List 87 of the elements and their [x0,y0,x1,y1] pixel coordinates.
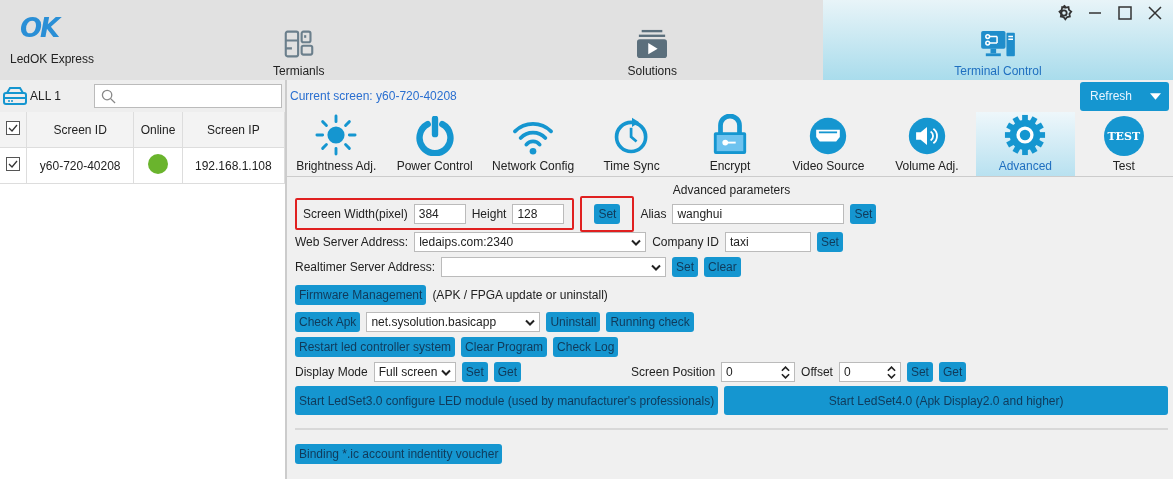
field-label: Realtimer Server Address: [295,260,436,274]
row-checkbox[interactable] [6,157,20,171]
field-label: Company ID [652,235,719,249]
dropdown-field[interactable]: ledaips.com:2340 [414,232,647,252]
settings-icon[interactable] [1055,4,1073,22]
table-cell: 192.168.1.108 [182,147,285,184]
search-field[interactable] [94,84,282,108]
select-all-checkbox[interactable] [6,121,20,135]
dropdown-field[interactable]: Full screen [373,362,456,382]
tool-tab[interactable]: Advanced [976,112,1075,176]
launch-button[interactable]: Start LedSet4.0 (Apk Display2.0 and higher) [724,386,1168,415]
input-field[interactable]: taxi [724,232,811,252]
action-button[interactable]: Set [461,362,488,382]
input-field[interactable]: wanghui [672,204,845,224]
nav-tab[interactable]: Solutions [481,0,823,80]
action-button[interactable]: Uninstall [546,312,601,332]
app-name: LedOK Express [10,52,95,66]
caret-icon [1150,92,1161,100]
number-field[interactable]: 0 [721,362,796,382]
action-button[interactable]: Get [938,362,967,382]
field-label: Screen Position [631,365,716,379]
column-header: Screen IP [182,112,285,148]
nav-tab[interactable]: Termianls [140,0,482,80]
action-button[interactable]: Set [594,204,621,224]
action-button[interactable]: Binding *.ic account indentity voucher [295,444,503,464]
chevron-down-icon [651,263,662,271]
action-button[interactable]: Get [493,362,522,382]
field-label: Alias [640,207,667,221]
action-button[interactable]: Clear [704,257,741,277]
field-label: Display Mode [295,365,368,379]
field-label: Offset [801,365,833,379]
action-button[interactable]: Set [850,204,877,224]
dropdown-field[interactable]: net.sysolution.basicapp [366,312,541,332]
field-label: (APK / FPGA update or uninstall) [432,287,608,302]
tool-tab[interactable]: Volume Adj. [877,112,977,176]
gear-icon [1004,114,1047,156]
action-button[interactable]: Set [672,257,699,277]
play-stack-icon [636,29,669,59]
column-header: Screen ID [26,112,134,148]
current-screen-label: Current screen: y60-720-40208 [290,89,457,103]
chevron-down-icon [631,238,642,246]
test-badge: TEST [1103,116,1144,156]
device-count: ALL 1 [2,85,86,107]
app-logo: OK [20,14,59,42]
tool-tab[interactable]: Encrypt [680,112,780,176]
search-icon [101,88,116,104]
action-button[interactable]: Set [906,362,933,382]
tool-tab[interactable]: Power Control [385,112,484,176]
action-button[interactable]: Firmware Management [295,284,427,305]
chevron-down-icon [525,318,536,326]
sun-icon [315,114,358,156]
spinner-arrows-icon [886,365,896,379]
spinner-arrows-icon [781,365,791,379]
action-button[interactable]: Check Apk [295,312,361,332]
padlock-icon [711,114,749,156]
close-icon[interactable] [1147,5,1163,21]
field-label: Height [471,207,507,221]
action-button[interactable]: Restart led controller system [295,337,456,357]
action-button[interactable]: Check Log [553,337,619,357]
number-field[interactable]: 0 [838,362,901,382]
table-cell: y60-720-40208 [26,147,134,184]
speaker-icon [906,116,947,156]
tool-tab[interactable]: Network Config [483,112,583,176]
launch-button[interactable]: Start LedSet3.0 configure LED module (used by manufacturer's professionals) [295,386,719,415]
maximize-icon[interactable] [1117,5,1133,21]
nav-tab[interactable]: Terminal Control [823,0,1173,80]
power-icon [414,116,455,156]
action-button[interactable]: Set [816,232,843,252]
tool-tab[interactable]: TEST Test [1074,112,1173,176]
action-button[interactable]: Running check [606,312,694,332]
chevron-down-icon [440,368,451,376]
section-title: Advanced parameters [671,183,792,197]
action-button[interactable]: Clear Program [461,337,548,357]
column-header: Online [133,112,183,148]
device-icon [2,85,28,107]
dropdown-field[interactable] [441,257,667,277]
tool-tab[interactable]: Time Sync [582,112,681,176]
tool-tab[interactable]: Video Source [779,112,878,176]
terminal-list-icon [283,29,314,59]
field-label: Screen Width(pixel) [303,207,408,221]
tool-tab[interactable]: Brightness Adj. [287,112,386,176]
monitor-computer-icon [980,29,1016,59]
field-label: Web Server Address: [295,235,409,249]
refresh-button[interactable]: Refresh [1079,81,1169,111]
input-field[interactable]: 128 [512,204,565,224]
input-field[interactable]: 384 [413,204,466,224]
hdmi-port-icon [808,116,849,156]
